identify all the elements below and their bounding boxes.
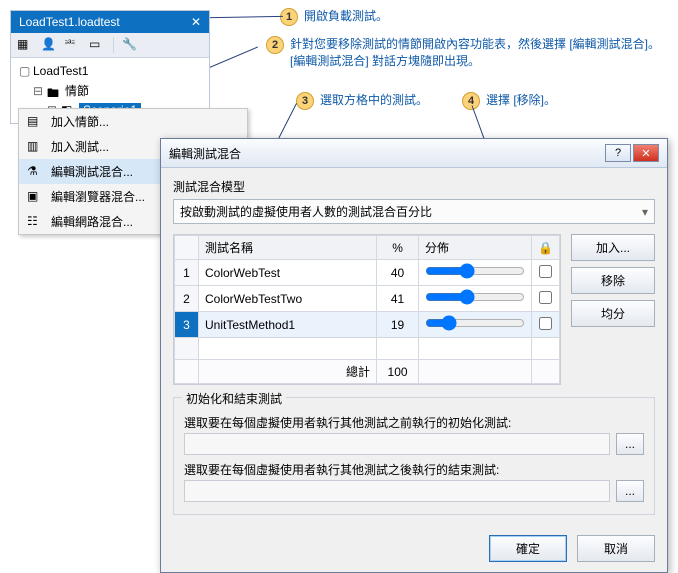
dist-slider[interactable]	[425, 289, 525, 305]
table-row-empty	[175, 338, 560, 360]
col-name: 測試名稱	[199, 236, 377, 260]
folder-icon: 🖿	[47, 84, 61, 98]
cell-slider	[419, 260, 532, 286]
callout-2: 2 針對您要移除測試的情節開啟內容功能表，然後選擇 [編輯測試混合]。 [編輯測…	[266, 36, 666, 70]
cleanup-label: 選取要在每個虛擬使用者執行其他測試之後執行的結束測試:	[184, 461, 644, 478]
flask-icon: ⚗	[27, 164, 43, 180]
menu-label: 加入情節...	[51, 113, 109, 130]
callout-text: 選取方格中的測試。	[320, 92, 428, 109]
cell-name[interactable]: UnitTestMethod1	[199, 312, 377, 338]
toolbar-icon[interactable]: 👤	[41, 37, 57, 53]
table-row[interactable]: 1 ColorWebTest 40	[175, 260, 560, 286]
expand-icon[interactable]: ⊟	[33, 84, 43, 98]
callout-3: 3 選取方格中的測試。	[296, 92, 428, 110]
cell-pct[interactable]: 40	[377, 260, 419, 286]
test-grid: 測試名稱 % 分佈 🔒 1 ColorWebTest 40	[173, 234, 561, 385]
cell-pct[interactable]: 41	[377, 286, 419, 312]
tree-folder[interactable]: ⊟ 🖿 情節	[19, 80, 207, 101]
callout-4: 4 選擇 [移除]。	[462, 92, 556, 110]
callout-num: 3	[296, 92, 314, 110]
ok-button[interactable]: 確定	[489, 535, 567, 562]
init-test-field[interactable]	[184, 433, 610, 455]
dist-slider[interactable]	[425, 315, 525, 331]
table-row-selected[interactable]: 3 UnitTestMethod1 19	[175, 312, 560, 338]
side-buttons: 加入... 移除 均分	[571, 234, 655, 385]
col-lock: 🔒	[532, 236, 560, 260]
col-pct: %	[377, 236, 419, 260]
distribute-button[interactable]: 均分	[571, 300, 655, 327]
lock-checkbox[interactable]	[539, 265, 552, 278]
menu-add-scenario[interactable]: ▤ 加入情節...	[19, 109, 247, 134]
col-dist: 分佈	[419, 236, 532, 260]
network-icon: ☷	[27, 214, 43, 230]
callout-text: 針對您要移除測試的情節開啟內容功能表，然後選擇 [編輯測試混合]。 [編輯測試混…	[290, 36, 660, 70]
window-icon: ▣	[27, 189, 43, 205]
edit-test-mix-dialog: 編輯測試混合 ? ✕ 測試混合模型 按啟動測試的虛擬使用者人數的測試混合百分比 …	[160, 138, 668, 573]
dialog-titlebar: 編輯測試混合 ? ✕	[161, 139, 667, 168]
tree-root[interactable]: ▢ LoadTest1	[19, 62, 207, 80]
menu-label: 編輯瀏覽器混合...	[51, 188, 145, 205]
callout-text: 開啟負載測試。	[304, 8, 388, 25]
table-row[interactable]: 2 ColorWebTestTwo 41	[175, 286, 560, 312]
add-button[interactable]: 加入...	[571, 234, 655, 261]
tab-title: LoadTest1.loadtest	[19, 15, 120, 29]
menu-label: 編輯網路混合...	[51, 213, 133, 230]
model-label: 測試混合模型	[173, 178, 655, 195]
toolbar-icon[interactable]: ⎃	[65, 37, 81, 53]
close-button[interactable]: ✕	[633, 144, 659, 162]
dist-slider[interactable]	[425, 263, 525, 279]
add-icon: ▤	[27, 114, 43, 130]
toolbar: ▦ 👤 ⎃ ▭ 🔧	[11, 33, 209, 58]
callout-num: 1	[280, 8, 298, 26]
model-combobox[interactable]: 按啟動測試的虛擬使用者人數的測試混合百分比 ▾	[173, 199, 655, 224]
cancel-button[interactable]: 取消	[577, 535, 655, 562]
total-value: 100	[377, 360, 419, 384]
col-index	[175, 236, 199, 260]
cleanup-test-field[interactable]	[184, 480, 610, 502]
combo-value: 按啟動測試的虛擬使用者人數的測試混合百分比	[180, 203, 432, 220]
toolbar-icon[interactable]: ▦	[17, 37, 33, 53]
init-cleanup-group: 初始化和結束測試 選取要在每個虛擬使用者執行其他測試之前執行的初始化測試: ..…	[173, 397, 655, 515]
total-label: 總計	[199, 360, 377, 384]
remove-button[interactable]: 移除	[571, 267, 655, 294]
lock-checkbox[interactable]	[539, 317, 552, 330]
init-label: 選取要在每個虛擬使用者執行其他測試之前執行的初始化測試:	[184, 414, 644, 431]
loadtest-tool-window: LoadTest1.loadtest ✕ ▦ 👤 ⎃ ▭ 🔧 ▢ LoadTes…	[10, 10, 210, 124]
menu-label: 加入測試...	[51, 138, 109, 155]
chevron-down-icon: ▾	[642, 205, 648, 219]
menu-label: 編輯測試混合...	[51, 163, 133, 180]
lock-checkbox[interactable]	[539, 291, 552, 304]
browse-button[interactable]: ...	[616, 433, 644, 455]
callout-text: 選擇 [移除]。	[486, 92, 556, 109]
callout-1: 1 開啟負載測試。	[280, 8, 388, 26]
callout-num: 4	[462, 92, 480, 110]
document-tab[interactable]: LoadTest1.loadtest ✕	[11, 11, 209, 33]
close-icon[interactable]: ✕	[191, 15, 201, 29]
total-row: 總計 100	[175, 360, 560, 384]
cell-pct[interactable]: 19	[377, 312, 419, 338]
add-icon: ▥	[27, 139, 43, 155]
tree-label: 情節	[65, 82, 89, 99]
dialog-actions: 確定 取消	[161, 525, 667, 572]
callout-num: 2	[266, 36, 284, 54]
cell-name[interactable]: ColorWebTest	[199, 260, 377, 286]
tree-label: LoadTest1	[33, 64, 88, 78]
expand-icon[interactable]: ▢	[19, 64, 29, 78]
toolbar-icon[interactable]: ▭	[89, 37, 105, 53]
browse-button[interactable]: ...	[616, 480, 644, 502]
cell-name[interactable]: ColorWebTestTwo	[199, 286, 377, 312]
toolbar-icon[interactable]: 🔧	[122, 37, 138, 53]
dialog-title: 編輯測試混合	[169, 145, 241, 162]
group-legend: 初始化和結束測試	[182, 390, 286, 407]
help-button[interactable]: ?	[605, 144, 631, 162]
